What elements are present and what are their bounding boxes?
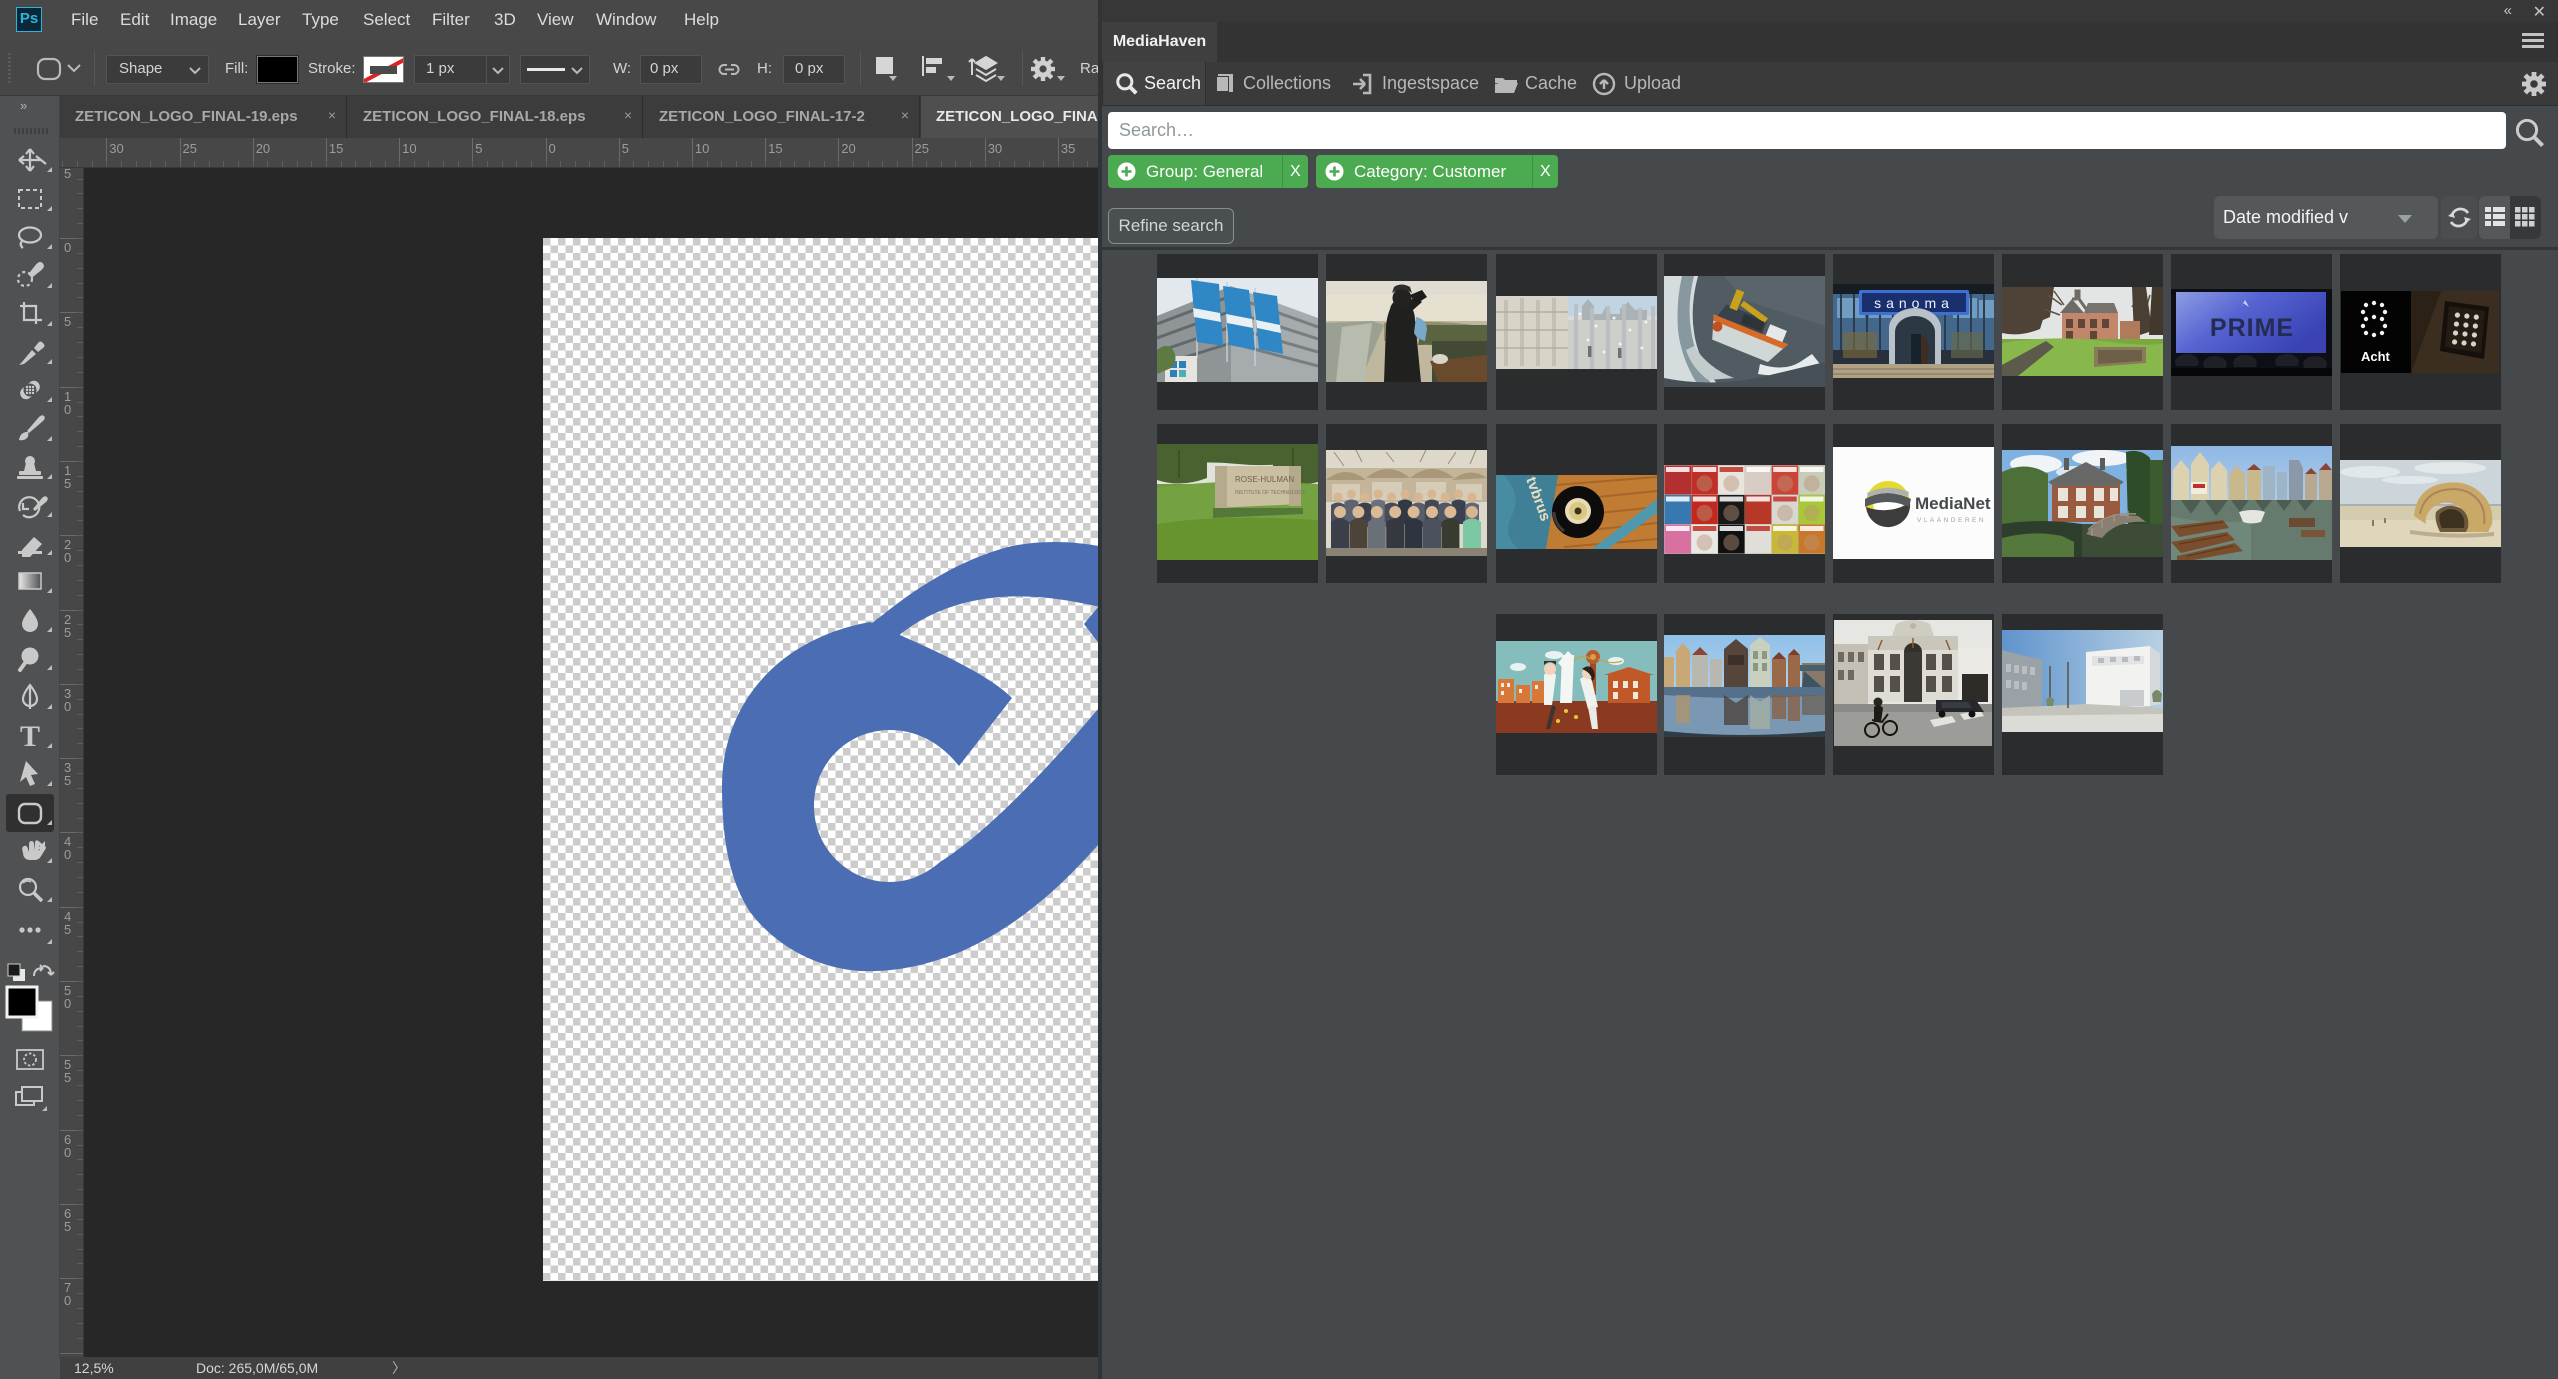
svg-text:PRIME: PRIME [2210, 314, 2294, 342]
svg-text:Acht: Acht [2361, 349, 2391, 364]
svg-text:»: » [20, 98, 27, 113]
svg-text:ROSE-HULMAN: ROSE-HULMAN [1235, 475, 1294, 484]
svg-text:VLAANDEREN: VLAANDEREN [1917, 517, 1986, 524]
svg-text:INSTITUTE OF TECHNOLOGY: INSTITUTE OF TECHNOLOGY [1235, 490, 1306, 496]
svg-text:MediaNet: MediaNet [1915, 494, 1991, 513]
svg-text:T: T [20, 720, 40, 753]
